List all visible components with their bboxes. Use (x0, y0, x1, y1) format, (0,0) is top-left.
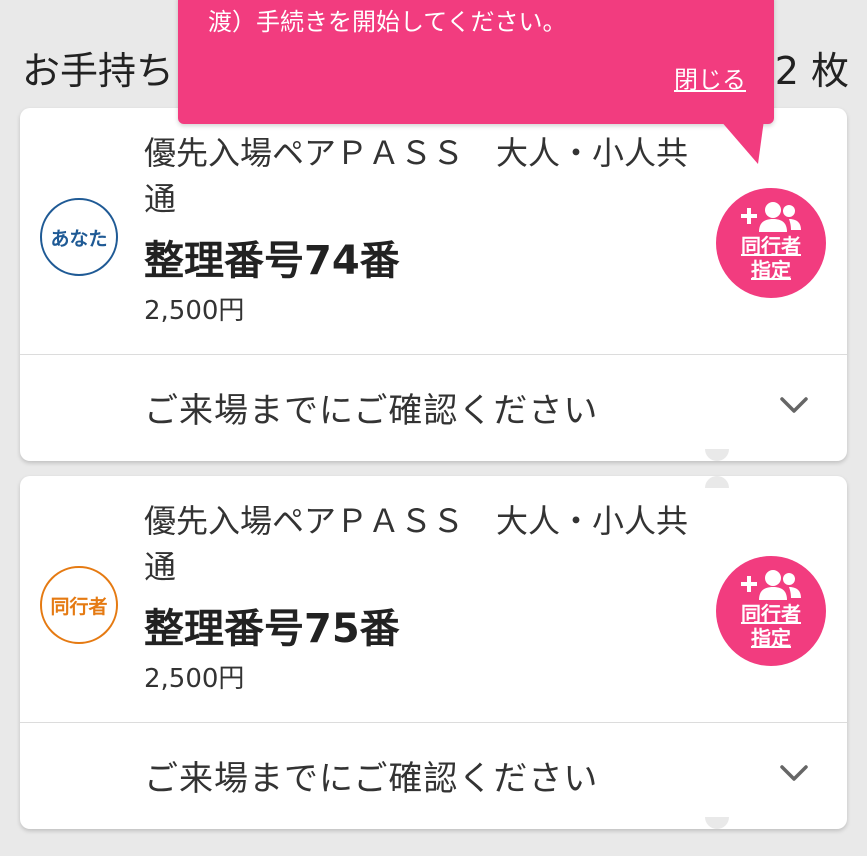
confirm-text: ご来場までにご確認ください (144, 759, 599, 799)
tooltip-close-link[interactable]: 閉じる (674, 60, 746, 95)
companion-tooltip: 渡）手続きを開始してください。 閉じる (178, 0, 774, 124)
ticket-name: 優先入場ペアＰＡＳＳ 大人・小人共通 (144, 502, 689, 586)
companion-badge: 同行者 (40, 566, 118, 644)
assign-label-line1: 同行者 (741, 234, 801, 258)
ticket-card: 同行者 優先入場ペアＰＡＳＳ 大人・小人共通 整理番号75番 2,500円 同行… (20, 476, 847, 829)
add-people-icon (741, 202, 801, 232)
assign-companion-button[interactable]: 同行者 指定 (716, 556, 826, 666)
owner-badge: あなた (40, 198, 118, 276)
ticket-number: 整理番号75番 (144, 606, 400, 652)
add-people-icon (741, 570, 801, 600)
ticket-summary: あなた 優先入場ペアＰＡＳＳ 大人・小人共通 整理番号74番 2,500円 同行… (20, 108, 847, 354)
confirm-accordion[interactable]: ご来場までにご確認ください (20, 723, 847, 829)
chevron-down-icon (780, 765, 808, 781)
chevron-down-icon (780, 397, 808, 413)
assign-label-line1: 同行者 (741, 602, 801, 626)
tooltip-message: 渡）手続きを開始してください。 (208, 8, 567, 36)
ticket-number: 整理番号74番 (144, 238, 400, 284)
header-title: お手持ち (22, 49, 175, 93)
ticket-price: 2,500円 (144, 296, 245, 326)
ticket-summary: 同行者 優先入場ペアＰＡＳＳ 大人・小人共通 整理番号75番 2,500円 同行… (20, 476, 847, 722)
ticket-count: 2 枚 (774, 49, 849, 93)
ticket-name: 優先入場ペアＰＡＳＳ 大人・小人共通 (144, 134, 689, 218)
assign-companion-button[interactable]: 同行者 指定 (716, 188, 826, 298)
assign-label-line2: 指定 (751, 626, 791, 650)
assign-label-line2: 指定 (751, 258, 791, 282)
confirm-accordion[interactable]: ご来場までにご確認ください (20, 355, 847, 461)
ticket-card: あなた 優先入場ペアＰＡＳＳ 大人・小人共通 整理番号74番 2,500円 同行… (20, 108, 847, 461)
ticket-price: 2,500円 (144, 664, 245, 694)
confirm-text: ご来場までにご確認ください (144, 391, 599, 431)
